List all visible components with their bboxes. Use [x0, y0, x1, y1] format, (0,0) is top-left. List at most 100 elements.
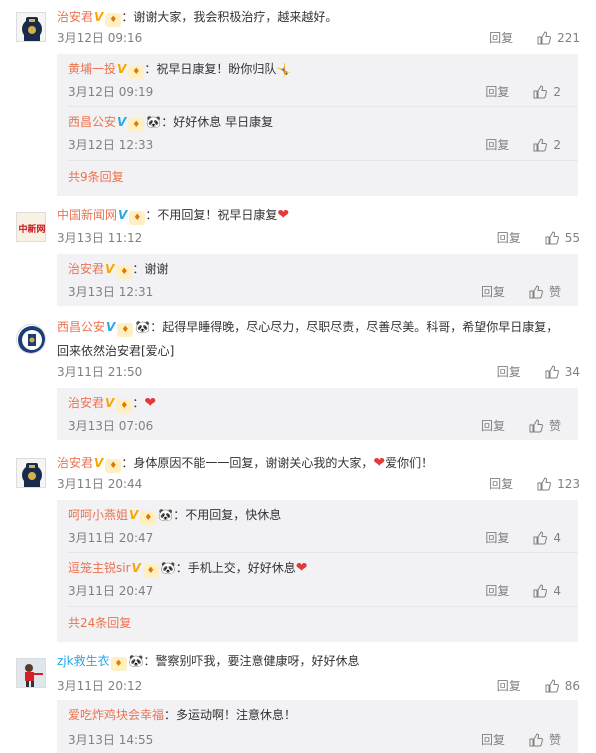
username-link[interactable]: 逗笼主锐sir	[68, 561, 131, 575]
reply-item: 西昌公安V ♦ 🐼：好好休息 早日康复 3月12日 12:33 回复 2	[57, 107, 578, 159]
comment-actions: 回复 221	[489, 30, 580, 46]
username-link[interactable]: 中国新闻网	[57, 208, 117, 222]
username-link[interactable]: zjk救生衣	[57, 654, 110, 668]
fan-medal-icon: ♦	[116, 265, 133, 279]
fan-medal-icon: ♦	[110, 657, 127, 671]
reply-button[interactable]: 回复	[497, 230, 521, 246]
more-replies-link[interactable]: 共9条回复	[68, 169, 124, 185]
reply-item: 爱吃炸鸡块会幸福：多运动啊！注意休息！ 3月13日 14:55 回复 赞	[57, 700, 578, 752]
like-count: 221	[557, 31, 580, 45]
comment-text-line2: 回来依然治安君[爱心]	[57, 344, 175, 358]
like-button[interactable]: 55	[545, 230, 580, 246]
like-count: 2	[553, 138, 561, 152]
username-link[interactable]: 治安君	[57, 456, 93, 470]
reply-button[interactable]: 回复	[481, 284, 505, 300]
avatar[interactable]	[16, 12, 46, 42]
comment: 治安君V ♦ ：身体原因不能一一回复，谢谢关心我的大家，❤爱你们！ 3月11日 20…	[0, 446, 596, 642]
heart-emoji-icon: ❤	[277, 207, 290, 223]
reply-box: 黄埔一投V ♦ ：祝早日康复！盼你归队🤸 3月12日 09:19 回复 2 西昌公安…	[57, 54, 578, 196]
reply-button[interactable]: 回复	[485, 583, 509, 599]
verified-icon: V	[105, 396, 115, 410]
comment: 治安君V ♦ ：谢谢大家，我会积极治疗，越来越好。 3月12日 09:16 回复 2…	[0, 0, 596, 196]
like-button[interactable]: 86	[545, 678, 580, 694]
like-count: 34	[564, 365, 580, 379]
svg-text:中新网: 中新网	[18, 223, 45, 235]
like-button[interactable]: 赞	[529, 418, 561, 434]
comment-time: 3月13日 11:12	[57, 231, 143, 245]
reply-header: 黄埔一投V ♦ ：祝早日康复！盼你归队🤸	[68, 60, 291, 79]
verified-icon: V	[105, 262, 115, 276]
username-link[interactable]: 西昌公安	[57, 320, 105, 334]
reply-time: 3月13日 07:06	[68, 419, 154, 433]
comment-text: ：警察别吓我，要注意健康呀，好好休息	[143, 654, 360, 668]
reply-button[interactable]: 回复	[481, 418, 505, 434]
reply-header: 呵呵小燕姐V ♦ 🐼：不用回复，快休息	[68, 506, 281, 525]
thumbs-up-icon	[545, 231, 559, 245]
reply-box: 爱吃炸鸡块会幸福：多运动啊！注意休息！ 3月13日 14:55 回复 赞	[57, 700, 578, 753]
like-count: 4	[553, 531, 561, 545]
like-button[interactable]: 4	[533, 583, 561, 599]
reply-button[interactable]: 回复	[489, 30, 513, 46]
reply-button[interactable]: 回复	[485, 137, 509, 153]
reply-text: ：	[132, 396, 145, 410]
more-replies-link[interactable]: 共24条回复	[68, 615, 131, 631]
thumbs-up-icon	[529, 419, 543, 433]
reply-text: ：多运动啊！注意休息！	[164, 708, 297, 722]
fan-medal-icon: ♦	[105, 13, 122, 27]
reply-actions: 回复 赞	[481, 732, 561, 748]
username-link[interactable]: 西昌公安	[68, 115, 116, 129]
reply-time: 3月13日 12:31	[68, 285, 154, 299]
reply-button[interactable]: 回复	[497, 678, 521, 694]
comment-actions: 回复 86	[497, 678, 580, 694]
like-button[interactable]: 34	[545, 364, 580, 380]
reply-actions: 回复 4	[485, 530, 561, 546]
username-link[interactable]: 黄埔一投	[68, 62, 116, 76]
like-count: 4	[553, 584, 561, 598]
verified-icon: V	[94, 10, 104, 24]
fan-medal-icon: ♦	[142, 564, 159, 578]
reply-actions: 回复 赞	[481, 284, 561, 300]
thumbs-up-icon	[545, 365, 559, 379]
verified-icon: V	[118, 208, 128, 222]
chinanews-logo-icon: 中新网	[17, 213, 45, 241]
like-count: 123	[557, 477, 580, 491]
like-button[interactable]: 123	[537, 476, 580, 492]
like-button[interactable]: 2	[533, 84, 561, 100]
reply-button[interactable]: 回复	[481, 732, 505, 748]
username-link[interactable]: 治安君	[57, 10, 93, 24]
thumbs-up-icon	[533, 584, 548, 598]
like-count: 赞	[548, 733, 561, 747]
comment-header: 治安君V ♦ ：身体原因不能一一回复，谢谢关心我的大家，❤爱你们！	[57, 454, 433, 473]
username-link[interactable]: 治安君	[68, 396, 104, 410]
cheer-emoji-icon: 🤸	[276, 63, 292, 77]
reply-button[interactable]: 回复	[497, 364, 521, 380]
like-button[interactable]: 4	[533, 530, 561, 546]
comment-text: ：身体原因不能一一回复，谢谢关心我的大家，	[121, 456, 374, 470]
username-link[interactable]: 呵呵小燕姐	[68, 508, 128, 522]
like-button[interactable]: 赞	[529, 284, 561, 300]
fan-medal-icon: ♦	[105, 459, 122, 473]
comment-time: 3月11日 20:12	[57, 679, 143, 693]
reply-actions: 回复 4	[485, 583, 561, 599]
username-link[interactable]: 爱吃炸鸡块会幸福	[68, 708, 164, 722]
avatar[interactable]: 中新网	[16, 212, 46, 242]
avatar[interactable]	[16, 458, 46, 488]
like-button[interactable]: 赞	[529, 732, 561, 748]
panda-emoji-icon: 🐼	[128, 654, 144, 668]
reply-button[interactable]: 回复	[485, 84, 509, 100]
like-button[interactable]: 221	[537, 30, 580, 46]
fan-medal-icon: ♦	[128, 65, 145, 79]
reply-time: 3月12日 12:33	[68, 138, 154, 152]
reply-text: ：好好休息 早日康复	[161, 115, 274, 129]
like-button[interactable]: 2	[533, 137, 561, 153]
heart-emoji-icon: ❤	[295, 560, 308, 576]
username-link[interactable]: 治安君	[68, 262, 104, 276]
heart-emoji-icon: ❤	[144, 395, 157, 411]
reply-button[interactable]: 回复	[489, 476, 513, 492]
comment-time: 3月11日 21:50	[57, 365, 143, 379]
avatar[interactable]	[16, 658, 46, 688]
comment-header: 中国新闻网V ♦ ：不用回复！祝早日康复❤	[57, 206, 289, 225]
reply-button[interactable]: 回复	[485, 530, 509, 546]
heart-emoji-icon: ❤	[373, 455, 386, 471]
avatar[interactable]	[16, 324, 46, 354]
